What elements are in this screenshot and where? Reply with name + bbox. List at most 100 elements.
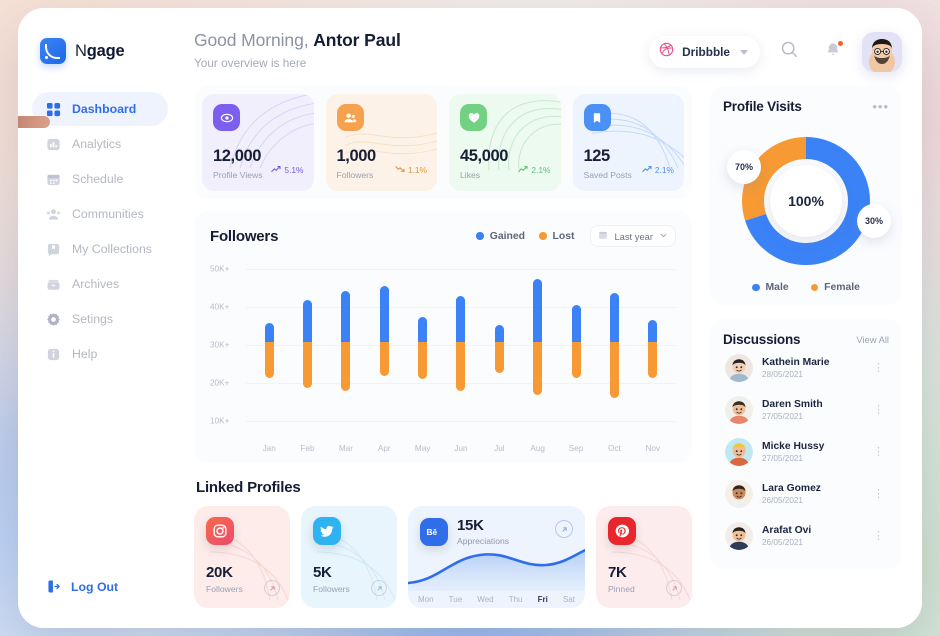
bar-group[interactable] [519, 257, 557, 427]
sidebar-item-archives[interactable]: Archives [32, 267, 168, 301]
discussion-item[interactable]: Micke Hussy 27/05/2021 ⋮ [723, 431, 889, 473]
linked-profile-card-behance[interactable]: Bē 15K Appreciations Mon Tue Wed Thu Fri… [408, 506, 585, 608]
date-range-dropdown[interactable]: Last year [590, 225, 676, 247]
discussion-text: Kathein Marie 28/05/2021 [762, 357, 830, 379]
arrow-up-right-icon[interactable] [666, 580, 682, 596]
discussions-title: Discussions [723, 332, 801, 347]
behance-day-labels: Mon Tue Wed Thu Fri Sat [418, 595, 575, 604]
behance-day-label[interactable]: Tue [449, 595, 463, 604]
bar-group[interactable] [327, 257, 365, 427]
bar-group[interactable] [634, 257, 672, 427]
view-all-link[interactable]: View All [856, 334, 889, 345]
top-bar: Good Morning, Antor Paul Your overview i… [194, 30, 902, 72]
bar-segment-gained [379, 285, 389, 342]
stacked-bar[interactable] [379, 285, 389, 376]
behance-day-label[interactable]: Wed [477, 595, 493, 604]
stat-card-saved-posts[interactable]: 125 Saved Posts 2.1% [572, 94, 684, 191]
kebab-menu-icon[interactable]: ⋮ [870, 488, 887, 500]
grid-icon [46, 102, 61, 117]
behance-day-label[interactable]: Thu [509, 595, 523, 604]
bar-group[interactable] [595, 257, 633, 427]
discussion-item[interactable]: Daren Smith 27/05/2021 ⋮ [723, 389, 889, 431]
sidebar-item-my-collections[interactable]: My Collections [32, 232, 168, 266]
linked-profiles-row: 20K Followers 5K Followers Bē 15K Apprec… [194, 506, 692, 608]
stacked-bar[interactable] [303, 299, 313, 388]
bar-segment-lost [264, 342, 274, 378]
bar-group[interactable] [288, 257, 326, 427]
sidebar-item-communities[interactable]: Communities [32, 197, 168, 231]
discussion-item[interactable]: Arafat Ovi 26/05/2021 ⋮ [723, 515, 889, 557]
notifications-button[interactable] [818, 37, 848, 67]
more-horizontal-icon[interactable]: ••• [872, 100, 889, 113]
discussion-name: Kathein Marie [762, 357, 830, 368]
stacked-bar[interactable] [648, 319, 658, 378]
sidebar-item-label: My Collections [72, 242, 152, 256]
stat-card-profile-views[interactable]: 12,000 Profile Views 5.1% [202, 94, 314, 191]
sidebar-item-analytics[interactable]: Analytics [32, 127, 168, 161]
bar-group[interactable] [365, 257, 403, 427]
donut-center-label: 100% [770, 165, 842, 237]
bar-segment-lost [303, 342, 313, 388]
bar-group[interactable] [250, 257, 288, 427]
stat-card-followers[interactable]: 1,000 Followers 1.1% [325, 94, 437, 191]
arrow-up-right-icon[interactable] [264, 580, 280, 596]
kebab-menu-icon[interactable]: ⋮ [870, 446, 887, 458]
logout-icon [46, 579, 61, 594]
behance-day-label[interactable]: Mon [418, 595, 434, 604]
stacked-bar[interactable] [341, 291, 351, 392]
logout-button[interactable]: Log Out [18, 579, 176, 594]
bookmark-icon [583, 104, 611, 131]
linked-profile-card-instagram[interactable]: 20K Followers [194, 506, 290, 608]
x-tick-label: Jul [494, 444, 505, 453]
arrow-up-right-icon[interactable] [371, 580, 387, 596]
kebab-menu-icon[interactable]: ⋮ [870, 404, 887, 416]
bar-group[interactable] [442, 257, 480, 427]
behance-day-label[interactable]: Fri [538, 595, 548, 604]
linked-profile-card-twitter[interactable]: 5K Followers [301, 506, 397, 608]
stacked-bar[interactable] [571, 304, 581, 378]
stacked-bar[interactable] [264, 323, 274, 378]
search-button[interactable] [774, 37, 804, 67]
kebab-menu-icon[interactable]: ⋮ [870, 530, 887, 542]
arrow-up-right-icon[interactable] [555, 520, 573, 538]
sidebar-item-schedule[interactable]: Schedule [32, 162, 168, 196]
sidebar-item-help[interactable]: Help [32, 337, 168, 371]
discussion-text: Lara Gomez 26/05/2021 [762, 483, 821, 505]
discussion-name: Daren Smith [762, 399, 823, 410]
avatar[interactable] [862, 32, 902, 72]
stat-delta: 2.1% [518, 164, 551, 176]
behance-icon: Bē [420, 517, 448, 546]
stat-card-likes[interactable]: 45,000 Likes 2.1% [449, 94, 561, 191]
discussion-item[interactable]: Lara Gomez 26/05/2021 ⋮ [723, 473, 889, 515]
legend-item-lost: Lost [539, 231, 574, 242]
legend-swatch [539, 232, 547, 240]
stacked-bar[interactable] [418, 316, 428, 380]
stat-delta: 1.1% [395, 164, 427, 176]
linked-profile-value: 15K [457, 517, 484, 534]
stacked-bar[interactable] [533, 279, 543, 395]
bar-group[interactable] [403, 257, 441, 427]
bookmark-folder-icon [46, 242, 61, 257]
bar-group[interactable] [557, 257, 595, 427]
stat-delta-value: 2.1% [654, 165, 674, 175]
legend-swatch [810, 283, 819, 292]
sidebar-item-settings[interactable]: Setings [32, 302, 168, 336]
bar-segment-gained [533, 279, 543, 342]
kebab-menu-icon[interactable]: ⋮ [870, 362, 887, 374]
bar-segment-gained [264, 323, 274, 342]
stacked-bar[interactable] [609, 292, 619, 399]
stacked-bar[interactable] [456, 296, 466, 392]
behance-day-label[interactable]: Sat [563, 595, 575, 604]
stacked-bar[interactable] [494, 325, 504, 373]
discussion-item[interactable]: Kathein Marie 28/05/2021 ⋮ [723, 347, 889, 389]
discussion-date: 28/05/2021 [762, 370, 803, 379]
bar-group[interactable] [480, 257, 518, 427]
sidebar-item-dashboard[interactable]: Dashboard [32, 92, 168, 126]
trend-up-icon [642, 164, 652, 176]
source-dropdown[interactable]: Dribbble [649, 36, 760, 68]
sidebar-item-label: Help [72, 347, 98, 361]
linked-profile-card-pinterest[interactable]: 7K Pinned [596, 506, 692, 608]
twitter-icon [313, 517, 341, 545]
profile-visits-title: Profile Visits [723, 99, 802, 114]
discussions-card: Discussions View All Kathein Marie 28/05/… [710, 319, 902, 569]
